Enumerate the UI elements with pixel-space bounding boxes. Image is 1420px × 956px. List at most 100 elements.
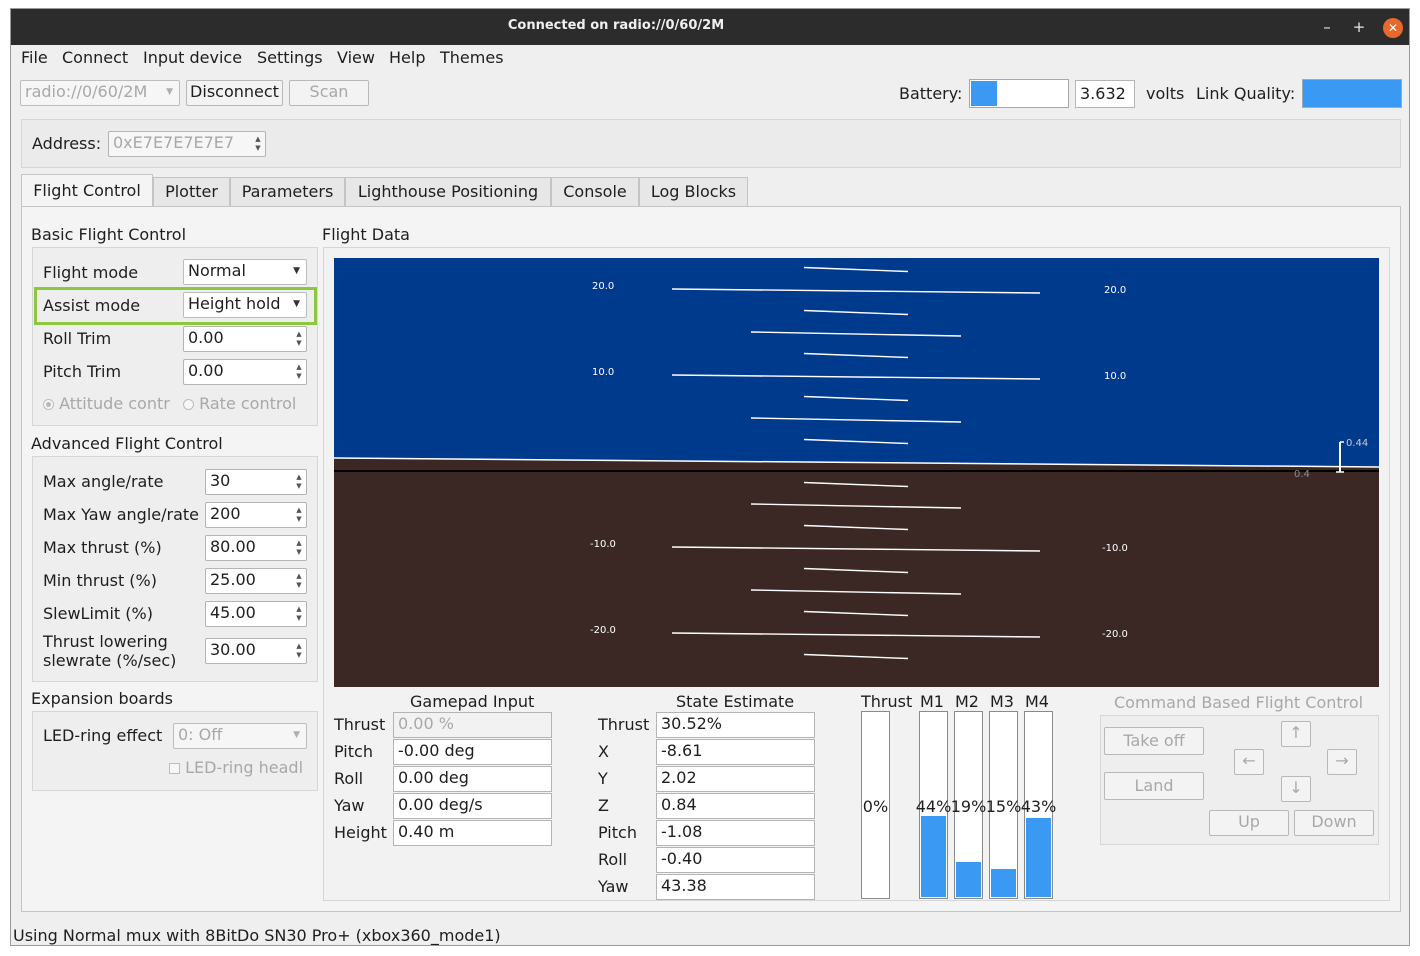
left-arrow-button[interactable]: ←: [1234, 749, 1264, 775]
menu-settings[interactable]: Settings: [257, 48, 323, 67]
checkbox-icon: [169, 763, 180, 774]
down-button[interactable]: Down: [1294, 810, 1374, 836]
min-thrust-value: 25.00: [210, 570, 256, 589]
pitch-label-left: -10.0: [590, 539, 616, 550]
spin-up-icon[interactable]: ▲: [294, 506, 304, 515]
m3-bar-value: 15%: [985, 797, 1022, 816]
assist-mode-select[interactable]: Height hold ▼: [183, 292, 307, 318]
land-button[interactable]: Land: [1104, 772, 1204, 800]
rate-control-label: Rate control: [199, 394, 297, 413]
attitude-control-radio[interactable]: Attitude contr: [43, 394, 177, 413]
m4-bar-fill: [1026, 817, 1051, 897]
tab-plotter[interactable]: Plotter: [153, 177, 230, 207]
menu-help[interactable]: Help: [389, 48, 425, 67]
max-thrust-input[interactable]: 80.00 ▲ ▼: [205, 535, 307, 561]
gamepad-height-label: Height: [334, 823, 387, 842]
menu-view[interactable]: View: [337, 48, 375, 67]
thrust-lowering-input[interactable]: 30.00 ▲ ▼: [205, 638, 307, 664]
forward-arrow-button[interactable]: ↑: [1281, 721, 1311, 747]
disconnect-button[interactable]: Disconnect: [186, 80, 283, 106]
close-icon[interactable]: ✕: [1383, 18, 1403, 38]
command-flight-control-title: Command Based Flight Control: [1114, 693, 1364, 712]
gamepad-yaw-label: Yaw: [334, 796, 365, 815]
gamepad-yaw-value: 0.00 deg/s: [393, 793, 552, 819]
spin-down-icon[interactable]: ▼: [253, 144, 263, 153]
roll-trim-input[interactable]: 0.00 ▲ ▼: [183, 326, 307, 352]
tab-parameters[interactable]: Parameters: [230, 177, 345, 207]
flight-mode-select[interactable]: Normal ▼: [183, 259, 307, 285]
spin-up-icon[interactable]: ▲: [294, 539, 304, 548]
max-angle-rate-input[interactable]: 30 ▲ ▼: [205, 469, 307, 495]
roll-trim-value: 0.00: [188, 328, 224, 347]
state-pitch-value: -1.08: [656, 820, 815, 846]
spin-down-icon[interactable]: ▼: [294, 372, 304, 381]
scan-button[interactable]: Scan: [289, 80, 369, 106]
max-angle-rate-value: 30: [210, 471, 231, 490]
spin-up-icon[interactable]: ▲: [253, 135, 263, 144]
m4-bar-value: 43%: [1020, 797, 1057, 816]
m2-bar-value: 19%: [950, 797, 987, 816]
spin-down-icon[interactable]: ▼: [294, 548, 304, 557]
gamepad-roll-label: Roll: [334, 769, 364, 788]
uri-select[interactable]: radio://0/60/2M ▼: [20, 80, 180, 106]
tab-console[interactable]: Console: [551, 177, 639, 207]
slew-limit-label: SlewLimit (%): [43, 604, 153, 623]
up-button[interactable]: Up: [1209, 810, 1289, 836]
max-yaw-angle-rate-input[interactable]: 200 ▲ ▼: [205, 502, 307, 528]
thrust-bar: 0%: [861, 711, 890, 899]
tab-flight-control[interactable]: Flight Control: [21, 174, 153, 208]
spin-down-icon[interactable]: ▼: [294, 614, 304, 623]
spin-up-icon[interactable]: ▲: [294, 363, 304, 372]
menu-file[interactable]: File: [21, 48, 48, 67]
menu-themes[interactable]: Themes: [440, 48, 504, 67]
right-arrow-button[interactable]: →: [1327, 749, 1357, 775]
link-quality-label: Link Quality:: [1196, 84, 1296, 103]
tab-log-blocks[interactable]: Log Blocks: [639, 177, 748, 207]
minimize-icon[interactable]: –: [1317, 18, 1337, 38]
basic-flight-control-group: Flight mode Normal ▼ Assist mode Height h…: [32, 247, 318, 426]
maximize-icon[interactable]: +: [1349, 18, 1369, 38]
m3-bar-fill: [991, 869, 1016, 897]
pitch-label-left: 10.0: [592, 367, 614, 378]
assist-mode-label: Assist mode: [43, 296, 141, 315]
spin-up-icon[interactable]: ▲: [294, 605, 304, 614]
slew-limit-input[interactable]: 45.00 ▲ ▼: [205, 601, 307, 627]
gamepad-thrust-value: 0.00 %: [393, 712, 552, 738]
pitch-trim-input[interactable]: 0.00 ▲ ▼: [183, 359, 307, 385]
battery-fill: [971, 81, 998, 106]
pitch-trim-label: Pitch Trim: [43, 362, 122, 381]
spin-up-icon[interactable]: ▲: [294, 642, 304, 651]
max-angle-rate-label: Max angle/rate: [43, 472, 164, 491]
spin-up-icon[interactable]: ▲: [294, 330, 304, 339]
spin-up-icon[interactable]: ▲: [294, 572, 304, 581]
link-quality-bar: [1302, 79, 1402, 108]
state-yaw-label: Yaw: [598, 877, 629, 896]
min-thrust-input[interactable]: 25.00 ▲ ▼: [205, 568, 307, 594]
pitch-label-right: -20.0: [1102, 629, 1128, 640]
chevron-down-icon: ▼: [293, 730, 300, 740]
gamepad-pitch-value: -0.00 deg: [393, 739, 552, 765]
menu-input-device[interactable]: Input device: [143, 48, 242, 67]
tab-lighthouse-positioning[interactable]: Lighthouse Positioning: [345, 177, 551, 207]
expansion-boards-group: LED-ring effect 0: Off ▼ LED-ring headl: [32, 711, 318, 791]
address-input[interactable]: 0xE7E7E7E7E7 ▲ ▼: [108, 131, 266, 157]
spin-up-icon[interactable]: ▲: [294, 473, 304, 482]
min-thrust-label: Min thrust (%): [43, 571, 157, 590]
rate-control-radio[interactable]: Rate control: [183, 394, 296, 413]
spin-down-icon[interactable]: ▼: [294, 482, 304, 491]
back-arrow-button[interactable]: ↓: [1281, 776, 1311, 802]
spin-down-icon[interactable]: ▼: [294, 339, 304, 348]
thrust-lowering-label-line1: Thrust lowering: [43, 632, 168, 651]
spin-down-icon[interactable]: ▼: [294, 581, 304, 590]
state-z-label: Z: [598, 796, 609, 815]
led-ring-headlight-checkbox[interactable]: LED-ring headl: [169, 758, 303, 777]
spin-down-icon[interactable]: ▼: [294, 651, 304, 660]
menu-connect[interactable]: Connect: [62, 48, 128, 67]
m3-bar-label: M3: [990, 692, 1014, 711]
spin-down-icon[interactable]: ▼: [294, 515, 304, 524]
led-ring-effect-select[interactable]: 0: Off ▼: [173, 723, 307, 749]
roll-trim-label: Roll Trim: [43, 329, 112, 348]
radio-icon: [183, 399, 194, 410]
pitch-trim-value: 0.00: [188, 361, 224, 380]
take-off-button[interactable]: Take off: [1104, 727, 1204, 755]
